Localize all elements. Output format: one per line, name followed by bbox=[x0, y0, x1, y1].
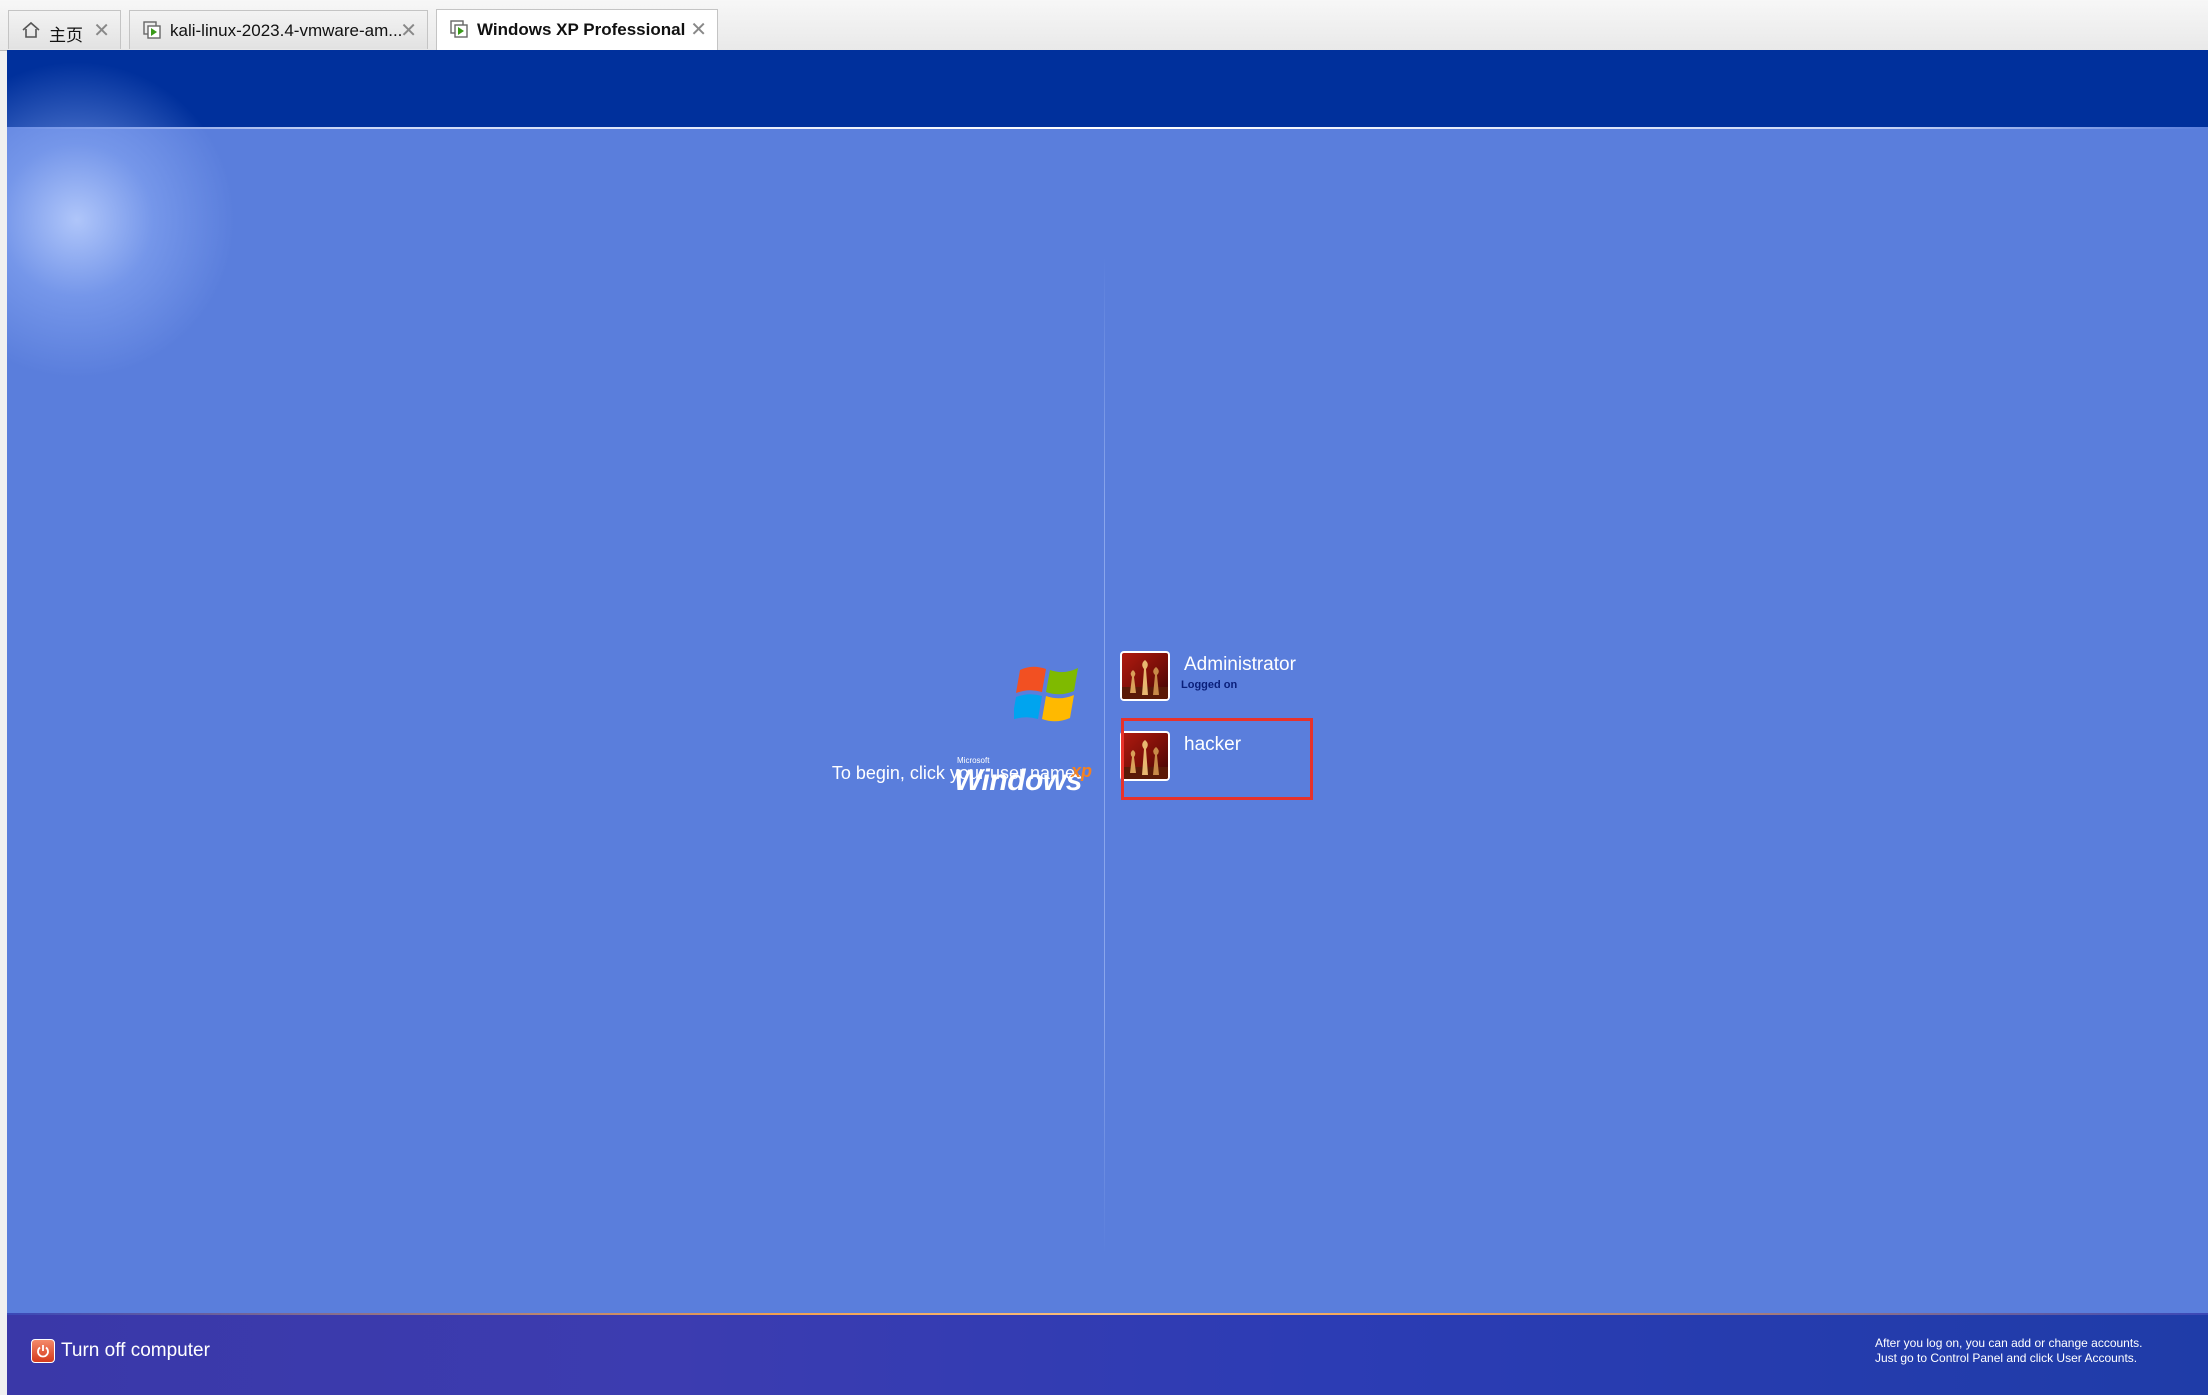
tab-kali-linux[interactable]: kali-linux-2023.4-vmware-am... ✕ bbox=[129, 10, 428, 49]
selection-highlight-box bbox=[1121, 718, 1313, 800]
chess-pieces-icon bbox=[1122, 660, 1168, 699]
user-status: Logged on bbox=[1181, 679, 1238, 691]
begin-prompt: To begin, click your user name bbox=[831, 763, 1075, 783]
close-icon[interactable]: ✕ bbox=[690, 17, 707, 41]
vm-icon bbox=[143, 21, 161, 39]
tab-windows-xp[interactable]: Windows XP Professional ✕ bbox=[436, 9, 718, 50]
tab-home[interactable]: 主页 ✕ bbox=[8, 10, 121, 49]
vm-icon bbox=[450, 20, 468, 38]
home-icon bbox=[22, 21, 40, 38]
close-icon[interactable]: ✕ bbox=[400, 18, 417, 42]
center-divider bbox=[1104, 255, 1105, 1255]
tab-kali-label: kali-linux-2023.4-vmware-am... bbox=[170, 21, 403, 40]
vm-display[interactable]: Microsoft Windows xp To begin, click you… bbox=[7, 50, 2208, 1395]
tab-windows-xp-label: Windows XP Professional bbox=[477, 20, 686, 39]
user-tile-administrator[interactable]: Administrator Logged on bbox=[1119, 651, 1349, 715]
close-icon[interactable]: ✕ bbox=[93, 18, 110, 42]
corner-glow bbox=[7, 50, 257, 400]
power-icon[interactable] bbox=[31, 1339, 55, 1363]
logon-top-bar bbox=[7, 50, 2208, 127]
account-help-text: After you log on, you can add or change … bbox=[1875, 1336, 2195, 1366]
help-line-2: Just go to Control Panel and click User … bbox=[1875, 1351, 2138, 1365]
tab-home-label: 主页 bbox=[49, 26, 83, 45]
windows-flag-icon bbox=[1014, 666, 1078, 722]
turn-off-label[interactable]: Turn off computer bbox=[61, 1340, 210, 1362]
help-line-1: After you log on, you can add or change … bbox=[1875, 1336, 2143, 1350]
vmware-tab-bar: 主页 ✕ kali-linux-2023.4-vmware-am... ✕ Wi… bbox=[0, 0, 2208, 51]
user-name[interactable]: Administrator bbox=[1184, 654, 1296, 676]
turn-off-computer-button[interactable]: Turn off computer bbox=[31, 1336, 210, 1366]
avatar[interactable] bbox=[1120, 651, 1170, 701]
top-divider-line bbox=[7, 127, 2208, 129]
